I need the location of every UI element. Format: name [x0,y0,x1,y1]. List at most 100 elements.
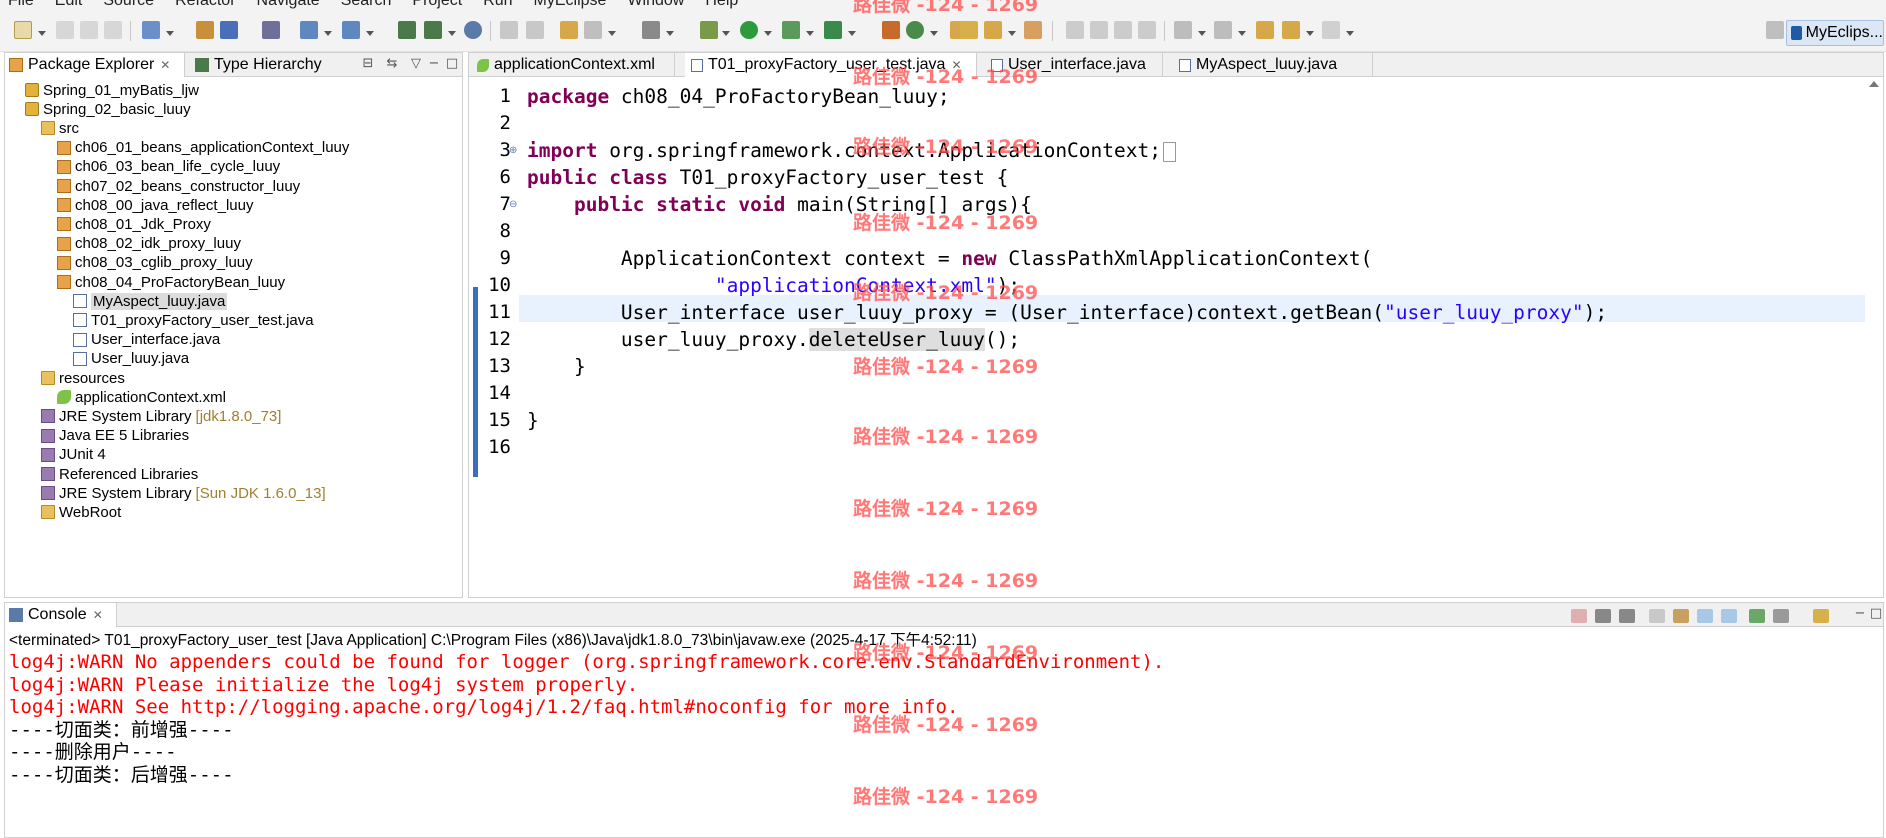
block-icon[interactable] [1114,21,1132,39]
fold-expand-icon[interactable]: ⊕ [509,145,517,156]
word-wrap-icon[interactable] [1697,609,1713,623]
menu-source[interactable]: Source [103,0,154,10]
menu-navigate[interactable]: Navigate [257,0,320,10]
chevron-down-icon[interactable] [38,31,46,36]
highlight-icon[interactable] [1090,21,1108,39]
close-icon[interactable]: ✕ [160,58,170,72]
camera-icon[interactable] [642,21,660,39]
vertical-scrollbar[interactable] [1865,77,1883,597]
code-area[interactable]: package ch08_04_ProFactoryBean_luuy; impo… [519,77,1883,597]
deploy-icon[interactable] [300,21,318,39]
chevron-down-icon[interactable] [848,31,856,36]
edit-icon[interactable] [1024,21,1042,39]
tab-applicationcontext-xml[interactable]: applicationContext.xml [471,53,675,77]
chevron-down-icon[interactable] [608,31,616,36]
link-with-editor-icon[interactable]: ⇆ [385,57,399,71]
terminate-icon[interactable] [1571,609,1587,623]
tab-package-explorer[interactable]: Package Explorer ✕ [5,53,185,77]
chevron-down-icon[interactable] [806,31,814,36]
class-icon[interactable] [220,21,238,39]
myeclipse-perspective-button[interactable]: MyEclips... [1786,20,1884,46]
hierarchy-icon[interactable] [398,21,416,39]
open-console-icon[interactable] [1813,609,1829,623]
forward-icon[interactable] [1322,21,1340,39]
new-project-icon[interactable] [142,21,160,39]
web-service-icon[interactable] [882,21,900,39]
close-icon[interactable]: ✕ [951,58,961,72]
package-icon[interactable] [196,21,214,39]
menu-project[interactable]: Project [412,0,462,10]
tab-t01-proxyfactory-user-test-java[interactable]: T01_proxyFactory_user_test.java ✕ [685,53,977,77]
show-stdout-icon[interactable] [1721,609,1737,623]
synchronize-icon[interactable] [500,21,518,39]
tree-item[interactable]: WebRoot [41,501,121,523]
chevron-down-icon[interactable] [1008,31,1016,36]
maximize-icon[interactable]: □ [1869,607,1883,621]
close-icon[interactable]: ✕ [93,608,103,622]
tab-myaspect-luuy-java[interactable]: MyAspect_luuy.java [1173,53,1373,77]
menu-myeclipse[interactable]: MyEclipse [534,0,607,10]
server-icon[interactable] [262,21,280,39]
pencil-icon[interactable] [984,21,1002,39]
chevron-down-icon[interactable] [324,31,332,36]
chevron-down-icon[interactable] [166,31,174,36]
debug-icon[interactable] [700,21,718,39]
clear-console-icon[interactable] [1649,609,1665,623]
tab-console[interactable]: Console ✕ [5,603,117,627]
chevron-down-icon[interactable] [448,31,456,36]
last-edit-icon[interactable] [1256,21,1274,39]
menu-window[interactable]: Window [627,0,684,10]
fold-collapse-icon[interactable]: ⊖ [509,199,517,210]
chevron-down-icon[interactable] [1238,31,1246,36]
open-folder-icon[interactable] [960,21,978,39]
chevron-down-icon[interactable] [930,31,938,36]
refresh-icon[interactable] [526,21,544,39]
tab-type-hierarchy[interactable]: Type Hierarchy [191,53,341,77]
view-menu-icon[interactable]: ▽ [409,57,423,71]
save-all-icon[interactable] [80,21,98,39]
scroll-lock-icon[interactable] [1673,609,1689,623]
chevron-down-icon[interactable] [1198,31,1206,36]
minimize-icon[interactable]: − [427,57,441,71]
globe-icon[interactable] [464,21,482,39]
collapse-all-icon[interactable]: ⊟ [361,57,375,71]
menu-run[interactable]: Run [483,0,512,10]
tag-icon[interactable] [560,21,578,39]
chevron-down-icon[interactable] [722,31,730,36]
menu-edit[interactable]: Edit [55,0,83,10]
new-icon[interactable] [14,21,32,39]
scroll-up-icon[interactable] [1869,81,1879,87]
chevron-down-icon[interactable] [666,31,674,36]
previous-annotation-icon[interactable] [1214,21,1232,39]
coverage-icon[interactable] [824,21,842,39]
remove-launch-icon[interactable] [1595,609,1611,623]
chevron-down-icon[interactable] [366,31,374,36]
save-icon[interactable] [56,21,74,39]
chevron-down-icon[interactable] [764,31,772,36]
next-annotation-icon[interactable] [1174,21,1192,39]
paragraph-icon[interactable] [1138,21,1156,39]
display-console-icon[interactable] [1773,609,1789,623]
run-icon[interactable] [740,21,758,39]
pin-console-icon[interactable] [1749,609,1765,623]
menu-help[interactable]: Help [705,0,738,10]
chevron-down-icon[interactable] [1306,31,1314,36]
tab-user-interface-java[interactable]: User_interface.java [985,53,1163,77]
menu-search[interactable]: Search [341,0,392,10]
print-icon[interactable] [104,21,122,39]
minimize-icon[interactable]: − [1853,607,1867,621]
annotation-icon[interactable] [1066,21,1084,39]
open-type-icon[interactable] [424,21,442,39]
remove-all-launches-icon[interactable] [1619,609,1635,623]
menu-file[interactable]: File [8,0,34,10]
refresh-service-icon[interactable] [906,21,924,39]
menu-refactor[interactable]: Refactor [175,0,235,10]
chevron-down-icon[interactable] [1346,31,1354,36]
run-external-icon[interactable] [782,21,800,39]
maximize-icon[interactable]: □ [445,57,459,71]
run-server-icon[interactable] [342,21,360,39]
back-icon[interactable] [1282,21,1300,39]
folded-imports-icon[interactable] [1162,141,1176,162]
open-perspective-icon[interactable] [1766,21,1784,39]
image-icon[interactable] [584,21,602,39]
